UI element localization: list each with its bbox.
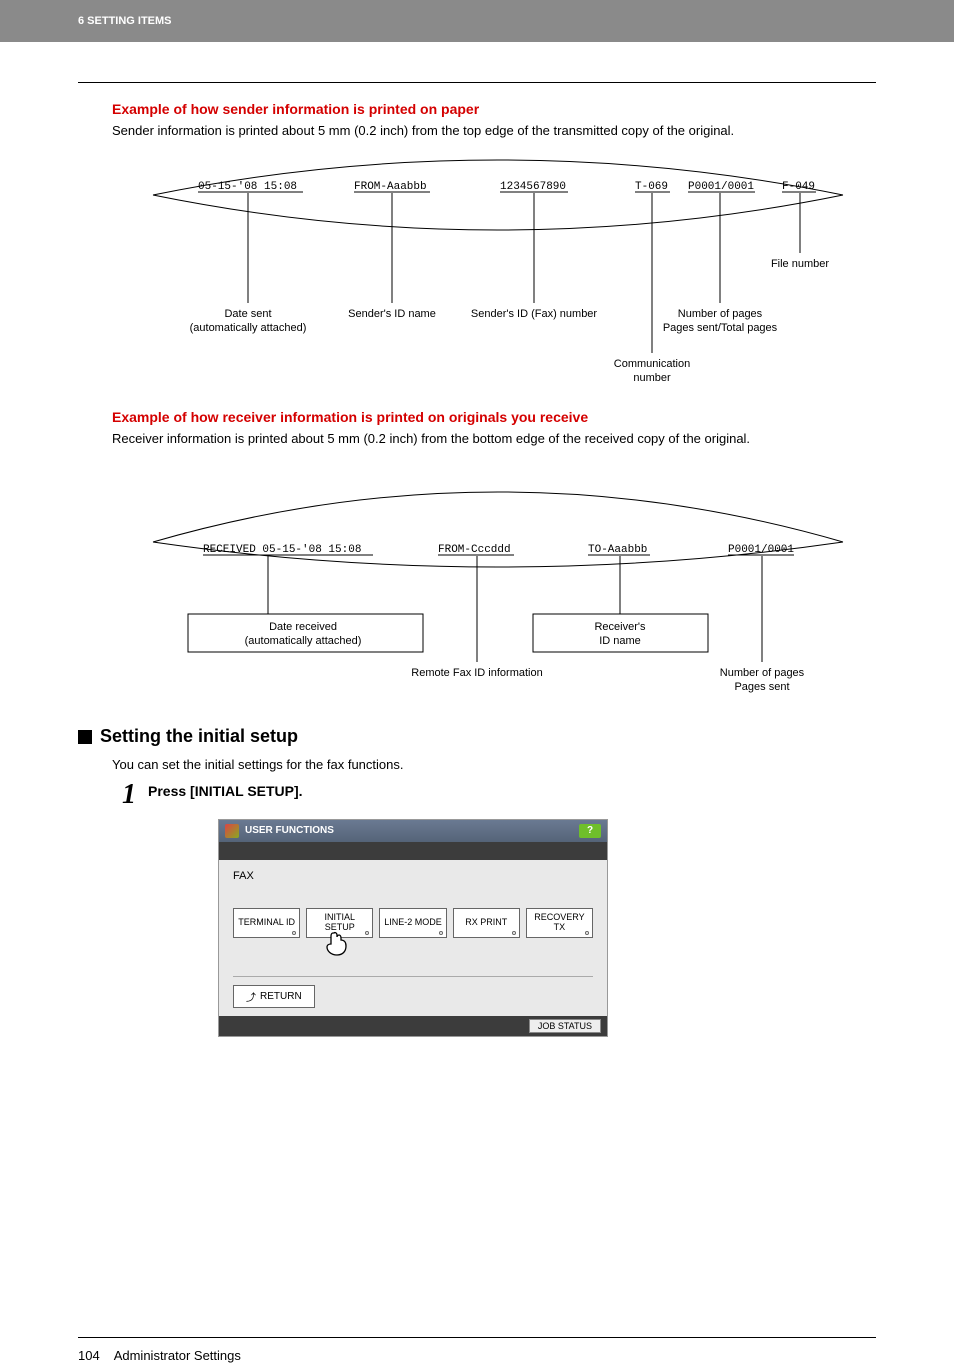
svg-text:TO-Aaabbb: TO-Aaabbb xyxy=(588,544,647,556)
svg-text:Communication: Communication xyxy=(614,358,690,370)
recovery-tx-button[interactable]: RECOVERYTX xyxy=(526,908,593,938)
svg-text:1234567890: 1234567890 xyxy=(500,181,566,193)
section-title: Setting the initial setup xyxy=(100,726,298,747)
return-button[interactable]: ⤴ RETURN xyxy=(233,985,315,1008)
svg-text:P0001/0001: P0001/0001 xyxy=(688,181,754,193)
svg-text:P0001/0001: P0001/0001 xyxy=(728,544,794,556)
svg-text:Pages sent: Pages sent xyxy=(734,681,789,693)
svg-text:Remote Fax ID information: Remote Fax ID information xyxy=(411,667,542,679)
example2-desc: Receiver information is printed about 5 … xyxy=(112,429,876,449)
page-footer: 104 Administrator Settings xyxy=(78,1337,876,1363)
top-rule xyxy=(78,82,876,83)
svg-text:(automatically attached): (automatically attached) xyxy=(190,322,307,334)
step-number: 1 xyxy=(112,781,136,809)
svg-text:Date received: Date received xyxy=(269,621,337,633)
svg-text:File number: File number xyxy=(771,258,829,270)
fax-category-label: FAX xyxy=(233,870,593,882)
svg-text:Sender's ID (Fax) number: Sender's ID (Fax) number xyxy=(471,308,598,320)
svg-text:Sender's ID name: Sender's ID name xyxy=(348,308,436,320)
ui-title: USER FUNCTIONS xyxy=(245,825,334,836)
svg-text:(automatically attached): (automatically attached) xyxy=(245,635,362,647)
ui-dark-band xyxy=(219,842,607,860)
svg-text:Date sent: Date sent xyxy=(224,308,271,320)
footer-label: Administrator Settings xyxy=(114,1348,241,1363)
help-button[interactable]: ? xyxy=(579,824,601,838)
template-icon xyxy=(225,824,239,838)
step-instruction: Press [INITIAL SETUP]. xyxy=(148,781,303,799)
svg-text:Pages sent/Total pages: Pages sent/Total pages xyxy=(663,322,778,334)
example2-title: Example of how receiver information is p… xyxy=(112,409,876,425)
terminal-id-button[interactable]: TERMINAL ID xyxy=(233,908,300,938)
page-number: 104 xyxy=(78,1348,100,1363)
hand-cursor-icon xyxy=(323,930,351,958)
example1-title: Example of how sender information is pri… xyxy=(112,101,876,117)
user-functions-screenshot: USER FUNCTIONS ? FAX TERMINAL ID INITIAL… xyxy=(218,819,608,1037)
svg-text:number: number xyxy=(633,372,671,384)
square-bullet-icon xyxy=(78,730,92,744)
job-status-button[interactable]: JOB STATUS xyxy=(529,1019,601,1033)
example1-desc: Sender information is printed about 5 mm… xyxy=(112,121,876,141)
chapter-text: 6 SETTING ITEMS xyxy=(78,15,172,27)
receiver-diagram: RECEIVED 05-15-'08 15:08 FROM-Cccddd TO-… xyxy=(148,462,848,702)
return-arrow-icon: ⤴ xyxy=(246,989,256,1004)
svg-text:Number of pages: Number of pages xyxy=(678,308,763,320)
svg-text:Number of pages: Number of pages xyxy=(720,667,805,679)
rx-print-button[interactable]: RX PRINT xyxy=(453,908,520,938)
chapter-header: 6 SETTING ITEMS xyxy=(0,0,954,42)
svg-text:FROM-Aaabbb: FROM-Aaabbb xyxy=(354,181,427,193)
svg-text:F-049: F-049 xyxy=(782,181,815,193)
svg-text:FROM-Cccddd: FROM-Cccddd xyxy=(438,544,511,556)
svg-text:RECEIVED 05-15-'08 15:08: RECEIVED 05-15-'08 15:08 xyxy=(203,544,361,556)
svg-text:05-15-'08 15:08: 05-15-'08 15:08 xyxy=(198,181,297,193)
svg-text:ID name: ID name xyxy=(599,635,641,647)
setting-initial-setup-heading: Setting the initial setup xyxy=(78,726,876,747)
line2-mode-button[interactable]: LINE-2 MODE xyxy=(379,908,446,938)
svg-text:Receiver's: Receiver's xyxy=(594,621,646,633)
sender-diagram: 05-15-'08 15:08 FROM-Aaabbb 1234567890 T… xyxy=(148,155,848,385)
section-intro: You can set the initial settings for the… xyxy=(78,755,876,775)
ui-titlebar: USER FUNCTIONS ? xyxy=(219,820,607,842)
svg-text:T-069: T-069 xyxy=(635,181,668,193)
